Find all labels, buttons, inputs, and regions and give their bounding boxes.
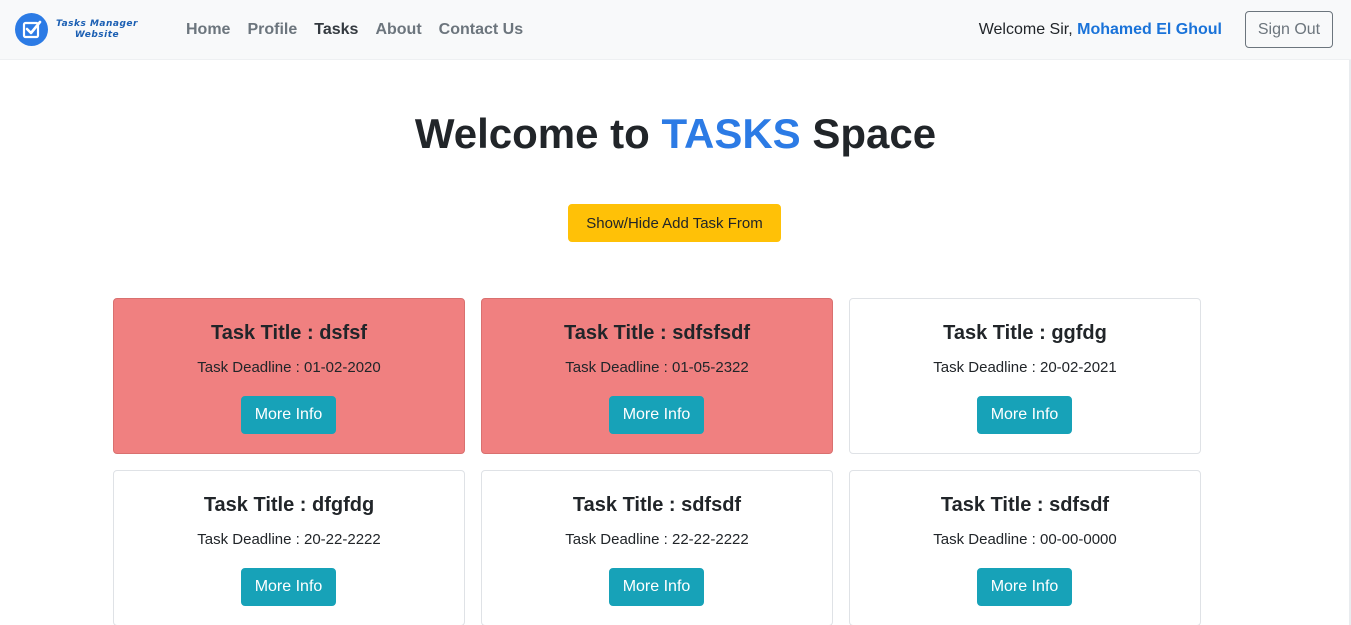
task-title: Task Title : ggfdg — [943, 322, 1107, 344]
page-title: Welcome to TASKS Space — [0, 108, 1351, 160]
more-info-button[interactable]: More Info — [241, 396, 336, 434]
page-title-suffix: Space — [800, 110, 937, 157]
welcome-message: Welcome Sir, Mohamed El Ghoul — [979, 20, 1222, 40]
more-info-button[interactable]: More Info — [241, 568, 336, 606]
nav-about[interactable]: About — [375, 20, 421, 40]
task-title: Task Title : dsfsf — [211, 322, 367, 344]
task-title: Task Title : sdfsfsdf — [564, 322, 750, 344]
more-info-button[interactable]: More Info — [977, 568, 1072, 606]
nav-contact-us[interactable]: Contact Us — [439, 20, 523, 40]
task-card: Task Title : sdfsdf Task Deadline : 22-2… — [481, 470, 833, 625]
task-card: Task Title : sdfsdf Task Deadline : 00-0… — [849, 470, 1201, 625]
nav-home[interactable]: Home — [186, 20, 230, 40]
nav-profile[interactable]: Profile — [247, 20, 297, 40]
task-card: Task Title : sdfsfsdf Task Deadline : 01… — [481, 298, 833, 454]
task-deadline: Task Deadline : 20-22-2222 — [197, 531, 381, 548]
task-card: Task Title : ggfdg Task Deadline : 20-02… — [849, 298, 1201, 454]
user-name: Mohamed El Ghoul — [1077, 21, 1222, 38]
brand-logo[interactable]: Tasks Manager Website — [15, 13, 138, 46]
task-deadline: Task Deadline : 20-02-2021 — [933, 359, 1117, 376]
task-title: Task Title : sdfsdf — [940, 494, 1110, 516]
toggle-add-task-form-button[interactable]: Show/Hide Add Task From — [568, 204, 781, 242]
more-info-button[interactable]: More Info — [609, 568, 704, 606]
task-title: Task Title : dfgfdg — [203, 494, 375, 516]
page-title-prefix: Welcome to — [414, 110, 662, 157]
more-info-button[interactable]: More Info — [977, 396, 1072, 434]
more-info-button[interactable]: More Info — [609, 396, 704, 434]
task-deadline: Task Deadline : 22-22-2222 — [565, 531, 749, 548]
page-title-highlight: TASKS — [661, 110, 801, 157]
task-deadline: Task Deadline : 01-02-2020 — [197, 359, 381, 376]
nav-tasks[interactable]: Tasks — [314, 20, 358, 40]
brand-line-1: Tasks Manager — [56, 18, 138, 29]
task-title: Task Title : sdfsdf — [572, 494, 742, 516]
nav-links: Home Profile Tasks About Contact Us — [186, 20, 540, 40]
navbar: Tasks Manager Website Home Profile Tasks… — [0, 0, 1351, 60]
welcome-greeting: Welcome Sir, — [978, 21, 1078, 38]
checkbox-check-icon — [15, 13, 48, 46]
task-card: Task Title : dsfsf Task Deadline : 01-02… — [113, 298, 465, 454]
brand-line-2: Website — [74, 29, 120, 40]
task-deadline: Task Deadline : 01-05-2322 — [565, 359, 749, 376]
sign-out-button[interactable]: Sign Out — [1245, 11, 1333, 48]
task-deadline: Task Deadline : 00-00-0000 — [933, 531, 1117, 548]
task-card: Task Title : dfgfdg Task Deadline : 20-2… — [113, 470, 465, 625]
brand-text: Tasks Manager Website — [56, 19, 138, 41]
